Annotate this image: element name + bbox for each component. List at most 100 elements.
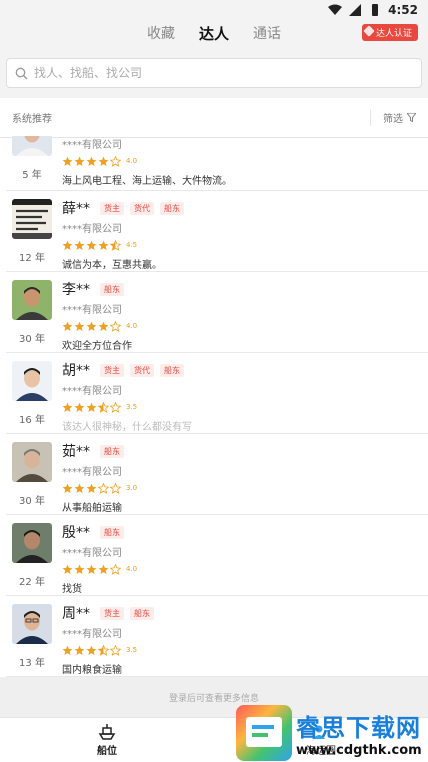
expert-avatar[interactable] <box>12 199 52 239</box>
expert-list-item[interactable]: 13 年 周** 货主 船东 ****有限公司 3.5 国内粮食运输 <box>6 596 428 677</box>
expert-rating: 3.0 <box>62 481 428 495</box>
expert-list-item[interactable]: 5 年 ****有限公司 4.0 海上风电工程、海上运输、大件物流。 <box>6 136 428 191</box>
star-icon <box>86 317 97 336</box>
search-box[interactable] <box>6 58 422 88</box>
watermark-logo-icon <box>236 705 292 761</box>
status-bar: 4:52 <box>0 0 428 20</box>
expert-avatar[interactable] <box>12 604 52 644</box>
rating-score: 4.0 <box>126 565 138 573</box>
expert-description: 诚信为本，互惠共赢。 <box>62 260 162 271</box>
role-tag: 船东 <box>100 525 124 539</box>
rating-score: 4.0 <box>126 322 138 330</box>
expert-company: ****有限公司 <box>62 629 122 640</box>
expert-list-item[interactable]: 30 年 茹** 船东 ****有限公司 3.0 从事船舶运输 <box>6 434 428 515</box>
expert-info: 周** 货主 船东 ****有限公司 3.5 国内粮食运输 <box>58 604 428 676</box>
expert-years: 5 年 <box>22 170 42 181</box>
role-tag: 货代 <box>130 201 154 215</box>
star-icon <box>110 236 121 255</box>
search-area <box>0 46 428 98</box>
expert-name: 殷** <box>62 525 90 541</box>
expert-name-row: 殷** 船东 <box>62 523 428 541</box>
star-icon <box>110 152 121 171</box>
role-tag: 船东 <box>160 201 184 215</box>
expert-years: 22 年 <box>19 577 45 588</box>
rating-score: 3.0 <box>126 484 138 492</box>
star-icon <box>62 398 73 417</box>
star-icon <box>74 152 85 171</box>
role-tag: 船东 <box>160 363 184 377</box>
star-icon <box>74 236 85 255</box>
funnel-icon <box>407 113 416 122</box>
expert-avatar[interactable] <box>12 442 52 482</box>
tab-favorites[interactable]: 收藏 <box>147 23 175 43</box>
rating-score: 4.5 <box>126 241 138 249</box>
star-icon <box>62 317 73 336</box>
expert-avatar[interactable] <box>12 280 52 320</box>
star-icon <box>98 398 109 417</box>
filter-button[interactable]: 筛选 <box>370 109 416 126</box>
expert-avatar[interactable] <box>12 361 52 401</box>
expert-company: ****有限公司 <box>62 548 122 559</box>
expert-left-col: 22 年 <box>6 523 58 595</box>
ship-icon <box>98 723 116 740</box>
star-icon <box>86 479 97 498</box>
diamond-icon <box>363 25 375 37</box>
nav-ship-position[interactable]: 船位 <box>0 718 214 762</box>
site-watermark: 睿思下载网 www.cdgthk.com <box>236 704 428 762</box>
filter-label: 筛选 <box>383 114 403 125</box>
role-tag: 货主 <box>100 606 124 620</box>
expert-list: 5 年 ****有限公司 4.0 海上风电工程、海上运输、大件物流。 12 年 薛** 货主… <box>0 136 428 677</box>
expert-left-col: 30 年 <box>6 442 58 514</box>
role-tag: 船东 <box>100 444 124 458</box>
expert-rating: 3.5 <box>62 400 428 414</box>
expert-info: 茹** 船东 ****有限公司 3.0 从事船舶运输 <box>58 442 428 514</box>
search-input[interactable] <box>34 66 334 80</box>
expert-name: 胡** <box>62 363 90 379</box>
rating-score: 3.5 <box>126 646 138 654</box>
expert-rating: 4.0 <box>62 562 428 576</box>
star-icon <box>74 560 85 579</box>
star-icon <box>98 479 109 498</box>
expert-cert-button[interactable]: 达人认证 <box>361 24 418 41</box>
expert-name-row: 茹** 船东 <box>62 442 428 460</box>
expert-company: ****有限公司 <box>62 224 122 235</box>
expert-avatar[interactable] <box>12 523 52 563</box>
tab-experts[interactable]: 达人 <box>199 23 229 44</box>
star-icon <box>98 236 109 255</box>
expert-left-col: 13 年 <box>6 604 58 676</box>
expert-rating: 4.0 <box>62 154 428 168</box>
expert-avatar[interactable] <box>12 136 52 156</box>
role-tag: 货主 <box>100 363 124 377</box>
expert-info: 胡** 货主 货代 船东 ****有限公司 3.5 该达人很神秘，什么都没有写 <box>58 361 428 433</box>
expert-name: 周** <box>62 606 90 622</box>
expert-info: 薛** 货主 货代 船东 ****有限公司 4.5 诚信为本，互惠共赢。 <box>58 199 428 271</box>
expert-description: 从事船舶运输 <box>62 503 122 514</box>
clock: 4:52 <box>388 3 418 17</box>
role-tag: 货代 <box>130 363 154 377</box>
expert-cert-label: 达人认证 <box>375 29 412 39</box>
star-icon <box>110 479 121 498</box>
expert-info: 李** 船东 ****有限公司 4.0 欢迎全方位合作 <box>58 280 428 352</box>
expert-rating: 4.5 <box>62 238 428 252</box>
expert-list-item[interactable]: 30 年 李** 船东 ****有限公司 4.0 欢迎全方位合作 <box>6 272 428 353</box>
expert-list-item[interactable]: 22 年 殷** 船东 ****有限公司 4.0 找货 <box>6 515 428 596</box>
star-icon <box>74 398 85 417</box>
star-icon <box>110 560 121 579</box>
expert-description: 找货 <box>62 584 82 595</box>
tab-calls[interactable]: 通话 <box>253 23 281 43</box>
star-icon <box>62 479 73 498</box>
star-icon <box>62 560 73 579</box>
expert-list-item[interactable]: 16 年 胡** 货主 货代 船东 ****有限公司 3.5 该达人很神秘，什么都没有写 <box>6 353 428 434</box>
expert-left-col: 12 年 <box>6 199 58 271</box>
expert-rating: 3.5 <box>62 643 428 657</box>
top-tab-bar: 收藏 达人 通话 达人认证 <box>0 20 428 46</box>
expert-left-col: 5 年 <box>6 136 58 190</box>
expert-years: 16 年 <box>19 415 45 426</box>
star-icon <box>86 236 97 255</box>
expert-company: ****有限公司 <box>62 305 122 316</box>
star-icon <box>62 152 73 171</box>
expert-info: ****有限公司 4.0 海上风电工程、海上运输、大件物流。 <box>58 136 428 190</box>
expert-left-col: 16 年 <box>6 361 58 433</box>
expert-list-item[interactable]: 12 年 薛** 货主 货代 船东 ****有限公司 4.5 诚信为本，互惠共赢。 <box>6 191 428 272</box>
role-tag: 船东 <box>100 282 124 296</box>
